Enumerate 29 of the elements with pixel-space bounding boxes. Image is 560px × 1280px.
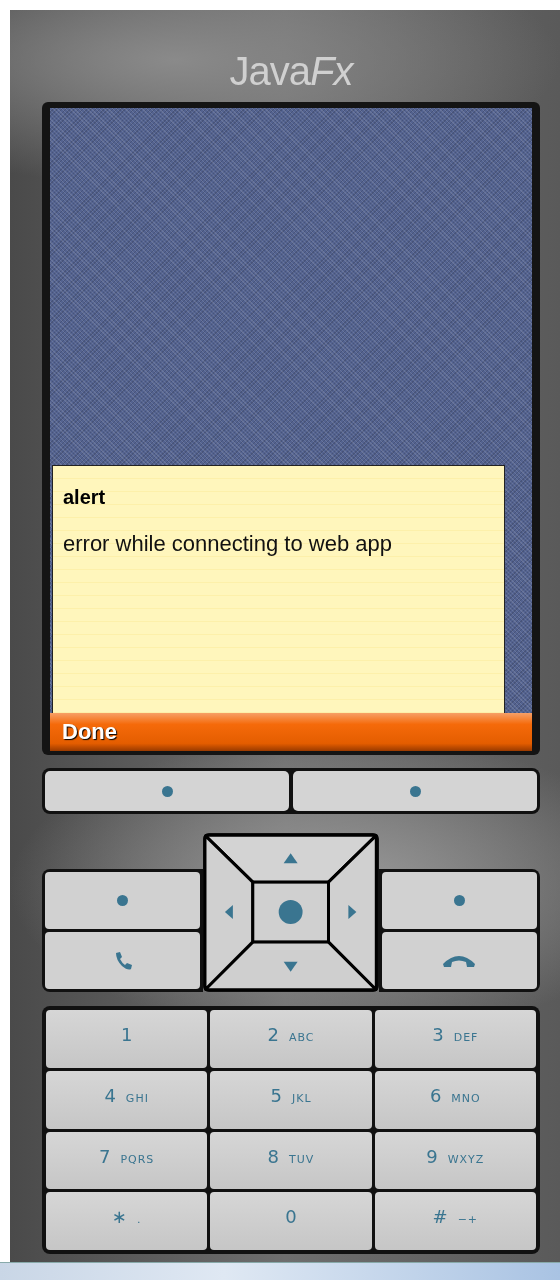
right-arrow-icon: [348, 905, 357, 919]
left-arrow-icon: [225, 905, 234, 919]
keypad-key[interactable]: 4 GHI: [46, 1070, 208, 1129]
alert-title: alert: [63, 486, 107, 509]
keypad-key[interactable]: 1: [46, 1010, 208, 1068]
down-arrow-icon: [284, 961, 298, 972]
done-command[interactable]: Done: [50, 713, 532, 751]
dot-icon: [409, 785, 421, 797]
dpad-center-key[interactable]: [251, 880, 331, 944]
keypad-key[interactable]: 3 DEF: [374, 1010, 536, 1068]
dot-icon: [453, 895, 465, 906]
keypad-key[interactable]: 0: [210, 1192, 372, 1250]
keypad-key[interactable]: 8 TUV: [210, 1131, 372, 1190]
keypad-key[interactable]: 2 ABC: [210, 1010, 372, 1068]
select-dot-icon: [279, 900, 303, 924]
hang-up-icon: [442, 953, 477, 968]
dot-icon: [117, 895, 129, 906]
dpad-left-key[interactable]: [203, 833, 255, 992]
keypad-key[interactable]: 7 PQRS: [46, 1131, 208, 1190]
logo: JavaFx: [229, 48, 353, 95]
keypad-key[interactable]: 6 MNO: [374, 1070, 536, 1129]
up-arrow-icon: [284, 853, 298, 864]
keypad-key[interactable]: 9 WXYZ: [374, 1131, 536, 1190]
keypad-key[interactable]: # −+: [374, 1192, 536, 1250]
keypad-key[interactable]: 5 JKL: [210, 1070, 372, 1129]
dpad-right-key[interactable]: [327, 833, 379, 992]
alert-message: error while connecting to web app: [63, 531, 393, 557]
keypad-key[interactable]: ∗ .: [46, 1192, 208, 1250]
dot-icon: [161, 785, 173, 797]
